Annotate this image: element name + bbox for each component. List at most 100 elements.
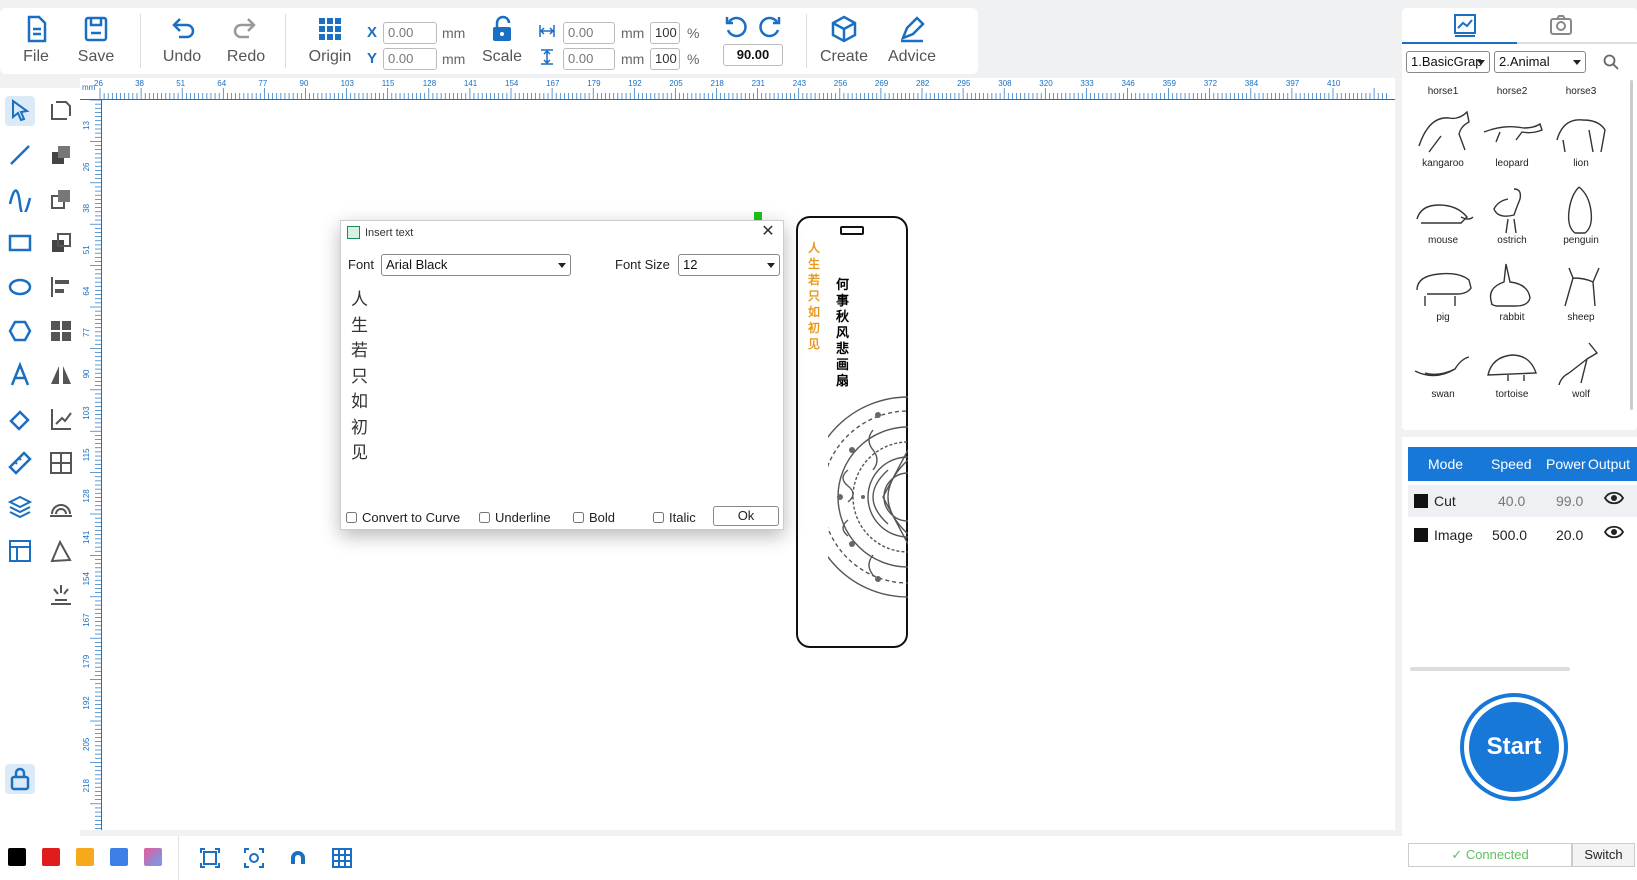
italic-checkbox[interactable]: Italic: [653, 510, 696, 525]
zoom-selection-icon[interactable]: [242, 846, 266, 870]
layer-row[interactable]: Cut 40.0 99.0: [1408, 485, 1637, 517]
polygon-tool[interactable]: [5, 316, 35, 346]
shape-item[interactable]: tortoise: [1477, 337, 1547, 400]
underline-checkbox[interactable]: Underline: [479, 510, 551, 525]
shape-label[interactable]: horse2: [1477, 86, 1547, 97]
color-swatch[interactable]: [144, 848, 162, 866]
shape-label[interactable]: horse1: [1408, 86, 1478, 97]
eye-icon[interactable]: [1603, 524, 1625, 543]
width-percent-input[interactable]: 100: [650, 22, 680, 44]
laser-tool[interactable]: [46, 580, 76, 610]
rotation-input[interactable]: 90.00: [723, 44, 783, 66]
horizontal-scrollbar[interactable]: [1410, 667, 1570, 671]
italic-label: Italic: [669, 510, 696, 525]
width-input[interactable]: 0.00: [563, 22, 615, 44]
advice-button[interactable]: Advice: [882, 14, 942, 66]
subcategory-select[interactable]: 2.Animal: [1494, 51, 1586, 73]
layer-color-swatch[interactable]: [1414, 528, 1428, 542]
close-icon[interactable]: ✕: [759, 223, 777, 241]
create-button[interactable]: Create: [814, 14, 874, 66]
path-tool[interactable]: [46, 536, 76, 566]
curve-tool[interactable]: [5, 184, 35, 214]
shape-item[interactable]: pig: [1408, 260, 1478, 323]
shape-item[interactable]: lion: [1546, 106, 1616, 169]
rotate-ccw-icon[interactable]: [723, 14, 749, 40]
undo-button[interactable]: Undo: [152, 14, 212, 66]
shape-item[interactable]: kangaroo: [1408, 106, 1478, 169]
font-select[interactable]: Arial Black: [381, 254, 571, 276]
shape-item[interactable]: mouse: [1408, 183, 1478, 246]
eraser-tool[interactable]: [5, 404, 35, 434]
magnet-icon[interactable]: [286, 846, 310, 870]
intersect-tool[interactable]: [46, 184, 76, 214]
category-select[interactable]: 1.BasicGrap: [1406, 51, 1490, 73]
color-swatch[interactable]: [76, 848, 94, 866]
convert-to-curve-checkbox[interactable]: Convert to Curve: [346, 510, 460, 525]
subtract-tool[interactable]: [46, 228, 76, 258]
redo-button[interactable]: Redo: [216, 14, 276, 66]
shape-item[interactable]: ostrich: [1477, 183, 1547, 246]
eye-icon[interactable]: [1603, 490, 1625, 509]
font-size-select[interactable]: 12: [678, 254, 780, 276]
bookmark-shape[interactable]: 人生若只如初见 何事秋风悲画扇: [796, 216, 908, 648]
rotate-cw-icon[interactable]: [757, 14, 783, 40]
search-icon[interactable]: [1602, 53, 1620, 71]
grid-icon[interactable]: [330, 846, 354, 870]
y-input[interactable]: 0.00: [383, 48, 437, 70]
layer-row[interactable]: Image 500.0 20.0: [1408, 519, 1637, 551]
combine-tool[interactable]: [46, 140, 76, 170]
origin-button[interactable]: Origin: [300, 14, 360, 66]
shape-item[interactable]: leopard: [1477, 106, 1547, 169]
mirror-tool[interactable]: [46, 360, 76, 390]
x-input[interactable]: 0.00: [383, 22, 437, 44]
rectangle-tool[interactable]: [5, 228, 35, 258]
tab-camera[interactable]: [1548, 12, 1574, 38]
tab-shape-library[interactable]: [1452, 12, 1478, 38]
file-button[interactable]: File: [6, 14, 66, 66]
shape-label[interactable]: horse3: [1546, 86, 1616, 97]
fit-canvas-icon[interactable]: [198, 846, 222, 870]
ellipse-tool[interactable]: [5, 272, 35, 302]
chart-tool[interactable]: [46, 404, 76, 434]
shape-item[interactable]: swan: [1408, 337, 1478, 400]
black-vertical-text[interactable]: 何事秋风悲画扇: [836, 278, 852, 390]
color-swatch[interactable]: [8, 848, 26, 866]
line-tool[interactable]: [5, 140, 35, 170]
bold-box[interactable]: [573, 512, 584, 523]
ruler-tick-label: 346: [1122, 79, 1136, 88]
orange-vertical-text[interactable]: 人生若只如初见: [808, 240, 822, 352]
array-tool[interactable]: [46, 448, 76, 478]
text-input-area[interactable]: 人生若只如初见: [341, 285, 781, 495]
start-button[interactable]: Start: [1469, 702, 1559, 792]
convert-to-curve-box[interactable]: [346, 512, 357, 523]
lock-button[interactable]: [5, 764, 35, 794]
scale-lock-button[interactable]: Scale: [472, 14, 532, 66]
selection-handle[interactable]: [754, 212, 762, 220]
save-button[interactable]: Save: [66, 14, 126, 66]
text-tool[interactable]: [5, 360, 35, 390]
shape-item[interactable]: wolf: [1546, 337, 1616, 400]
layout-tool[interactable]: [5, 536, 35, 566]
bold-checkbox[interactable]: Bold: [573, 510, 615, 525]
underline-box[interactable]: [479, 512, 490, 523]
height-input[interactable]: 0.00: [563, 48, 615, 70]
color-swatch[interactable]: [110, 848, 128, 866]
shape-item[interactable]: penguin: [1546, 183, 1616, 246]
library-scrollbar[interactable]: [1630, 80, 1633, 410]
italic-box[interactable]: [653, 512, 664, 523]
mandala-image[interactable]: [828, 390, 908, 605]
height-percent-input[interactable]: 100: [650, 48, 680, 70]
offset-tool[interactable]: [46, 492, 76, 522]
layer-color-swatch[interactable]: [1414, 494, 1428, 508]
node-edit-tool[interactable]: [46, 96, 76, 126]
measure-tool[interactable]: [5, 448, 35, 478]
ok-button[interactable]: Ok: [713, 506, 779, 526]
color-swatch[interactable]: [42, 848, 60, 866]
select-tool[interactable]: [5, 96, 35, 126]
switch-button[interactable]: Switch: [1572, 843, 1635, 867]
shape-item[interactable]: sheep: [1546, 260, 1616, 323]
shape-item[interactable]: rabbit: [1477, 260, 1547, 323]
group-tool[interactable]: [46, 316, 76, 346]
layers-tool[interactable]: [5, 492, 35, 522]
align-tool[interactable]: [46, 272, 76, 302]
